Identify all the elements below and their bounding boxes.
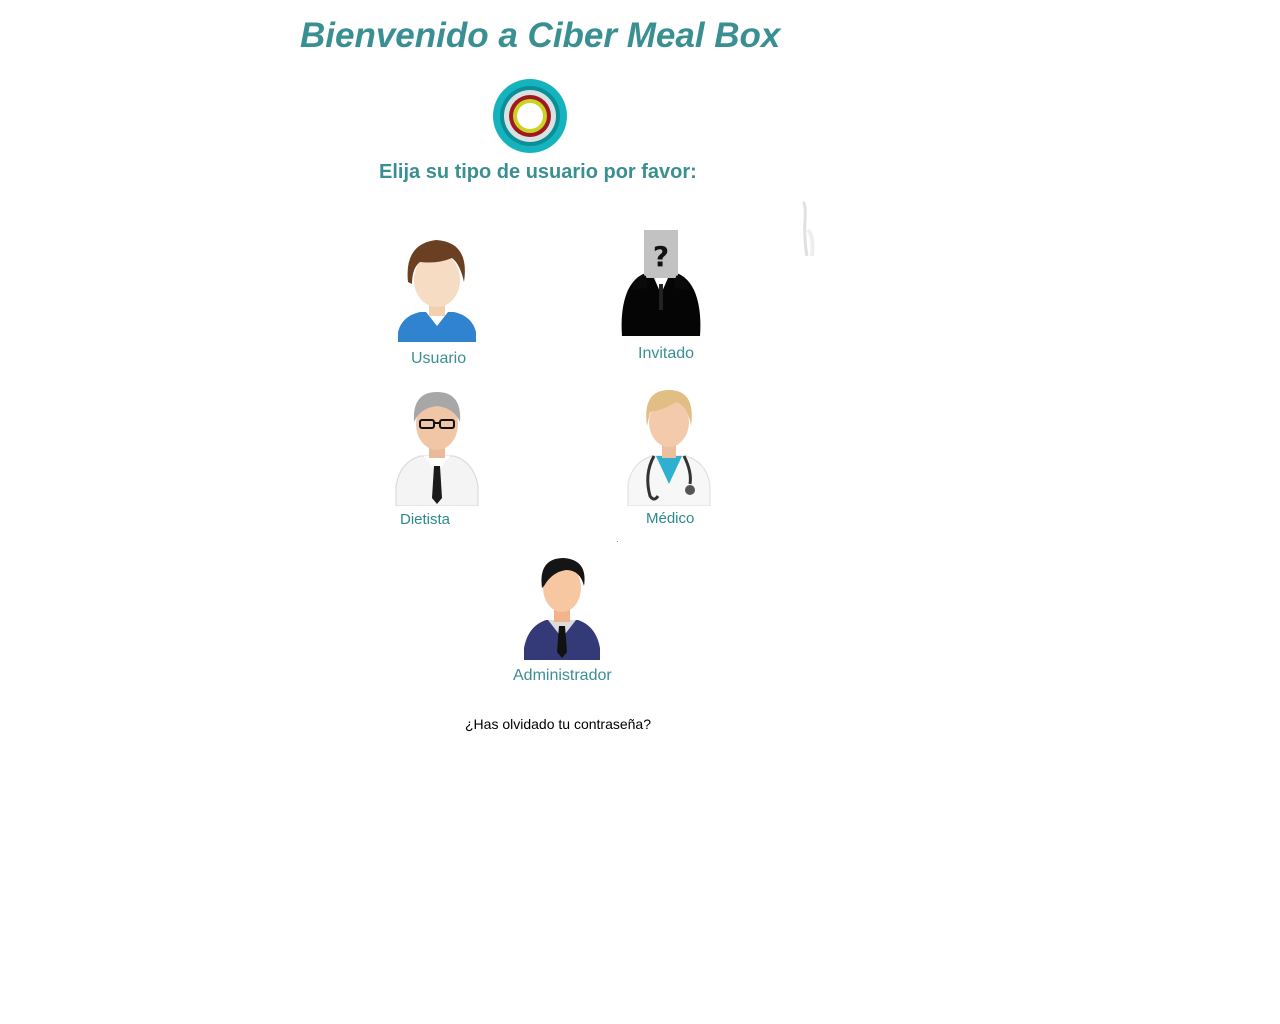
stray-pixel: [617, 541, 618, 542]
role-administrador-label: Administrador: [513, 667, 612, 684]
admin-avatar-icon: [524, 558, 600, 660]
dietitian-avatar-icon: [395, 392, 479, 506]
decorative-fragment: [801, 200, 815, 257]
doctor-avatar-icon: [627, 390, 711, 506]
user-type-prompt: Elija su tipo de usuario por favor:: [379, 161, 697, 183]
guest-question-icon: ?: [621, 230, 701, 336]
role-dietista-label: Dietista: [400, 511, 451, 528]
role-usuario-button[interactable]: Usuario: [398, 236, 478, 366]
role-medico-button[interactable]: Médico: [626, 384, 712, 530]
ring-logo-icon: [493, 79, 567, 153]
role-medico-label: Médico: [646, 510, 695, 527]
role-invitado-label: Invitado: [638, 345, 695, 362]
role-invitado-button[interactable]: ? Invitado: [620, 228, 704, 364]
page: Bienvenido a Ciber Meal Box Elija su tip…: [0, 0, 1280, 1024]
page-title: Bienvenido a Ciber Meal Box: [300, 16, 781, 55]
role-dietista-button[interactable]: Dietista: [394, 386, 480, 530]
svg-text:?: ?: [653, 240, 669, 273]
role-usuario-label: Usuario: [411, 350, 467, 367]
forgot-password-link[interactable]: ¿Has olvidado tu contraseña?: [465, 716, 651, 732]
user-avatar-icon: [398, 240, 476, 342]
role-administrador-button[interactable]: Administrador: [510, 556, 614, 688]
